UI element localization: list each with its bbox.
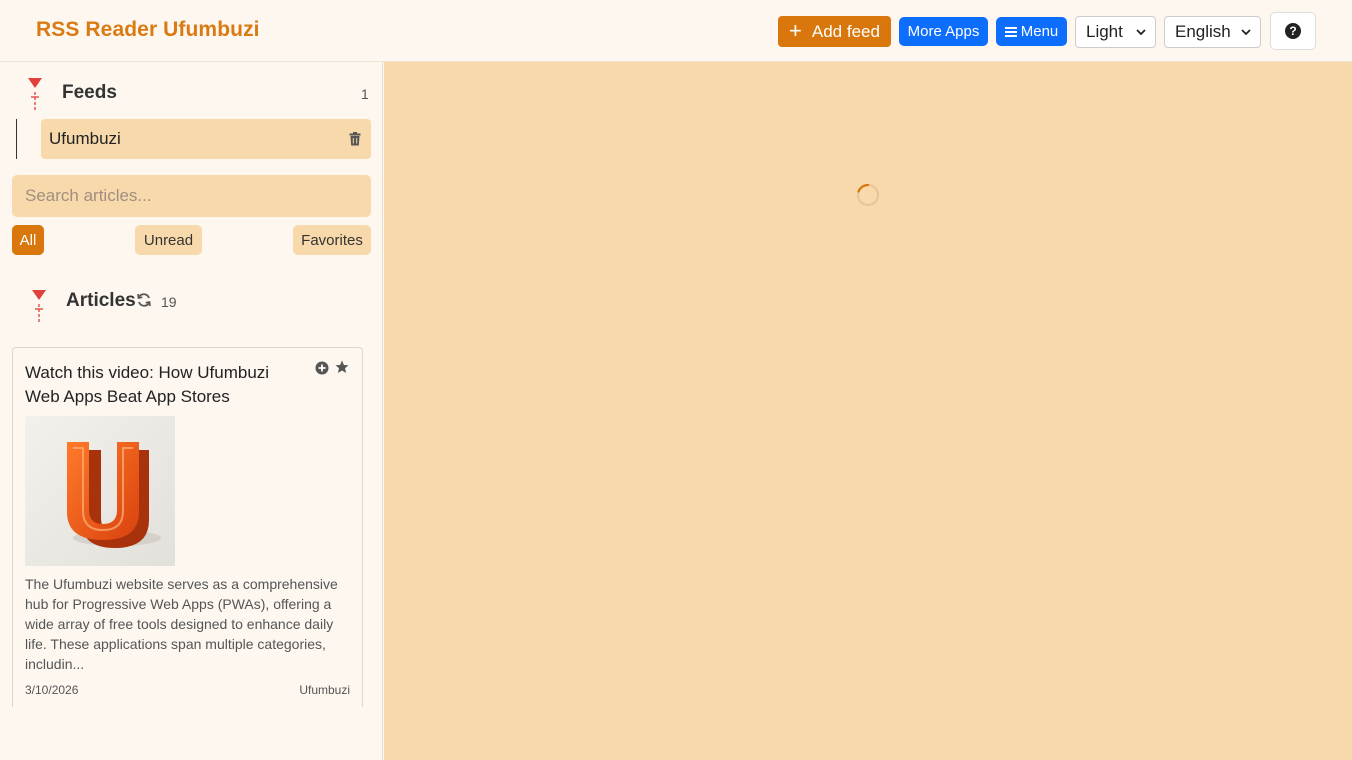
- search-articles-input[interactable]: [12, 175, 371, 217]
- chevron-down-icon: [1136, 29, 1146, 36]
- more-apps-button[interactable]: More Apps: [899, 17, 988, 46]
- theme-select[interactable]: Light: [1075, 16, 1156, 48]
- filter-unread-button[interactable]: Unread: [135, 225, 202, 255]
- plus-circle-icon[interactable]: [315, 361, 329, 375]
- theme-select-value: Light: [1086, 22, 1123, 41]
- app-header: RSS Reader Ufumbuzi + Add feed More Apps…: [0, 0, 1352, 62]
- star-icon[interactable]: [335, 360, 349, 374]
- sidebar: Feeds 1 Ufumbuzi All Unread Favorites Ar…: [0, 62, 383, 760]
- ufumbuzi-logo-image: [67, 442, 161, 548]
- article-thumbnail[interactable]: [25, 416, 175, 566]
- loading-spinner: [857, 183, 879, 206]
- refresh-icon[interactable]: [136, 292, 152, 308]
- article-description: The Ufumbuzi website serves as a compreh…: [25, 576, 338, 672]
- filter-all-button[interactable]: All: [12, 225, 44, 255]
- feed-item-ufumbuzi[interactable]: Ufumbuzi: [41, 119, 371, 159]
- articles-heading: Articles: [66, 290, 136, 311]
- article-card[interactable]: Watch this video: How Ufumbuzi Web Apps …: [12, 347, 363, 707]
- trash-icon[interactable]: [349, 132, 361, 146]
- article-content-pane: [384, 62, 1352, 760]
- feeds-heading: Feeds: [62, 82, 117, 103]
- feed-item-label: Ufumbuzi: [49, 129, 121, 148]
- add-feed-label: Add feed: [811, 21, 880, 41]
- app-title: RSS Reader Ufumbuzi: [36, 18, 260, 41]
- feed-tree-line: [16, 119, 17, 159]
- feeds-collapse-toggle-icon[interactable]: [26, 76, 44, 112]
- question-circle-icon: ?: [1285, 23, 1301, 39]
- article-source: Ufumbuzi: [299, 683, 350, 697]
- add-feed-button[interactable]: + Add feed: [778, 16, 891, 47]
- menu-button[interactable]: Menu: [996, 17, 1067, 46]
- help-button[interactable]: ?: [1270, 12, 1316, 50]
- filter-favorites-button[interactable]: Favorites: [293, 225, 371, 255]
- menu-label: Menu: [1020, 23, 1059, 40]
- language-select-value: English: [1175, 22, 1231, 41]
- article-date: 3/10/2026: [25, 683, 79, 697]
- language-select[interactable]: English: [1164, 16, 1261, 48]
- articles-count: 19: [161, 294, 177, 310]
- chevron-down-icon: [1241, 29, 1251, 36]
- plus-icon: +: [789, 17, 802, 43]
- articles-collapse-toggle-icon[interactable]: [30, 288, 48, 324]
- hamburger-icon: [1004, 26, 1017, 37]
- feeds-count: 1: [361, 86, 369, 102]
- article-title[interactable]: Watch this video: How Ufumbuzi Web Apps …: [25, 361, 295, 409]
